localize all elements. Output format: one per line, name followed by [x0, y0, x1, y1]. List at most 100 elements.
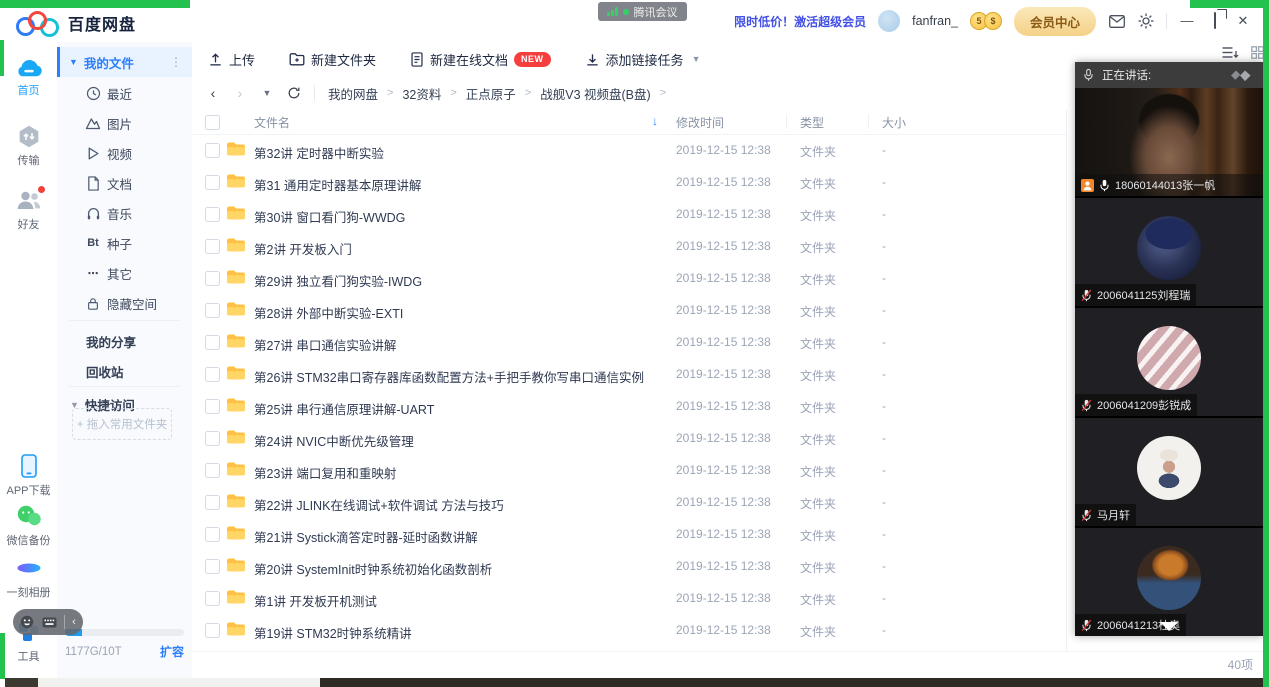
table-row[interactable]: 第19讲 STM32时钟系统精讲2019-12-15 12:38文件夹-: [192, 614, 1066, 646]
row-checkbox[interactable]: [205, 271, 220, 286]
column-header-size[interactable]: 大小: [882, 114, 906, 131]
row-checkbox[interactable]: [205, 463, 220, 478]
row-checkbox[interactable]: [205, 303, 220, 318]
sidebar-item-音乐[interactable]: 音乐: [57, 198, 192, 228]
table-row[interactable]: 第29讲 独立看门狗实验-IWDG2019-12-15 12:38文件夹-: [192, 262, 1066, 294]
file-name[interactable]: 第30讲 窗口看门狗-WWDG: [254, 207, 405, 226]
collapse-left-icon[interactable]: ‹: [72, 616, 76, 628]
sidebar-item-视频[interactable]: 视频: [57, 138, 192, 168]
user-avatar[interactable]: [878, 10, 900, 32]
forward-button[interactable]: ›: [233, 85, 247, 101]
table-row[interactable]: 第22讲 JLINK在线调试+软件调试 方法与技巧2019-12-15 12:3…: [192, 486, 1066, 518]
expand-storage-link[interactable]: 扩容: [160, 643, 184, 660]
upload-button[interactable]: 上传: [208, 50, 255, 69]
rail-item-传输[interactable]: 传输: [0, 124, 57, 168]
storage-progressbar[interactable]: [65, 629, 184, 636]
table-row[interactable]: 第31 通用定时器基本原理讲解2019-12-15 12:38文件夹-: [192, 166, 1066, 198]
table-row[interactable]: 第2讲 开发板入门2019-12-15 12:38文件夹-: [192, 230, 1066, 262]
row-checkbox[interactable]: [205, 399, 220, 414]
minimize-button[interactable]: —: [1179, 13, 1195, 29]
sidebar-item-其它[interactable]: ⋯其它: [57, 258, 192, 288]
breadcrumb-item[interactable]: 正点原子: [466, 84, 516, 103]
file-name[interactable]: 第25讲 串行通信原理讲解-UART: [254, 399, 434, 418]
table-row[interactable]: 第23讲 端口复用和重映射2019-12-15 12:38文件夹-: [192, 454, 1066, 486]
row-checkbox[interactable]: [205, 143, 220, 158]
participant-tile[interactable]: 2006041209彭锐成: [1075, 308, 1263, 416]
row-checkbox[interactable]: [205, 431, 220, 446]
table-row[interactable]: 第25讲 串行通信原理讲解-UART2019-12-15 12:38文件夹-: [192, 390, 1066, 422]
refresh-icon[interactable]: [287, 86, 301, 100]
table-row[interactable]: 第30讲 窗口看门狗-WWDG2019-12-15 12:38文件夹-: [192, 198, 1066, 230]
emoji-icon[interactable]: [20, 615, 34, 629]
row-checkbox[interactable]: [205, 591, 220, 606]
file-name[interactable]: 第28讲 外部中断实验-EXTI: [254, 303, 403, 322]
user-name[interactable]: fanfran_: [912, 14, 958, 28]
close-button[interactable]: ✕: [1235, 13, 1251, 29]
file-name[interactable]: 第2讲 开发板入门: [254, 239, 352, 258]
more-options-icon[interactable]: ⋮: [170, 55, 182, 69]
column-header-type[interactable]: 类型: [800, 114, 824, 131]
row-checkbox[interactable]: [205, 367, 220, 382]
scroll-more-indicator[interactable]: [1160, 622, 1178, 631]
row-checkbox[interactable]: [205, 239, 220, 254]
rail-item-微信备份[interactable]: 微信备份: [0, 504, 57, 548]
file-name[interactable]: 第31 通用定时器基本原理讲解: [254, 175, 421, 194]
input-method-floating-bar[interactable]: ‹: [13, 609, 83, 635]
sidebar-item-my-files[interactable]: ▼ 我的文件 ⋮: [57, 47, 192, 77]
row-checkbox[interactable]: [205, 559, 220, 574]
table-row[interactable]: 第21讲 Systick滴答定时器-延时函数讲解2019-12-15 12:38…: [192, 518, 1066, 550]
breadcrumb-item[interactable]: 我的网盘: [328, 84, 378, 103]
row-checkbox[interactable]: [205, 175, 220, 190]
file-name[interactable]: 第1讲 开发板开机测试: [254, 591, 377, 610]
sidebar-item-recycle-bin[interactable]: 回收站: [86, 362, 124, 381]
breadcrumb-item[interactable]: 战舰V3 视频盘(B盘): [540, 84, 650, 103]
file-name[interactable]: 第32讲 定时器中断实验: [254, 143, 384, 162]
sidebar-item-最近[interactable]: 最近: [57, 78, 192, 108]
sidebar-item-图片[interactable]: 图片: [57, 108, 192, 138]
table-row[interactable]: 第32讲 定时器中断实验2019-12-15 12:38文件夹-: [192, 134, 1066, 166]
sidebar-item-文档[interactable]: 文档: [57, 168, 192, 198]
file-name[interactable]: 第24讲 NVIC中断优先级管理: [254, 431, 414, 450]
list-view-icon[interactable]: [1222, 46, 1239, 59]
tencent-meeting-pill[interactable]: 腾讯会议: [598, 2, 687, 21]
table-row[interactable]: 第1讲 开发板开机测试2019-12-15 12:38文件夹-: [192, 582, 1066, 614]
participant-tile[interactable]: 2006041213杜奥: [1075, 528, 1263, 636]
sidebar-item-隐藏空间[interactable]: 隐藏空间: [57, 288, 192, 318]
rail-item-首页[interactable]: 首页: [0, 54, 57, 98]
sort-desc-icon[interactable]: ↓: [652, 114, 658, 128]
row-checkbox[interactable]: [205, 207, 220, 222]
table-row[interactable]: 第26讲 STM32串口寄存器库函数配置方法+手把手教你写串口通信实例2019-…: [192, 358, 1066, 390]
row-checkbox[interactable]: [205, 623, 220, 638]
file-name[interactable]: 第23讲 端口复用和重映射: [254, 463, 396, 482]
file-name[interactable]: 第27讲 串口通信实验讲解: [254, 335, 396, 354]
meeting-header[interactable]: 正在讲话:: [1075, 62, 1263, 88]
add-link-task-button[interactable]: 添加链接任务 ▼: [585, 50, 701, 69]
drop-folder-hint[interactable]: + 拖入常用文件夹: [72, 408, 172, 440]
select-all-checkbox[interactable]: [205, 115, 220, 130]
file-name[interactable]: 第29讲 独立看门狗实验-IWDG: [254, 271, 422, 290]
history-dropdown-icon[interactable]: ▼: [260, 88, 274, 98]
mail-icon[interactable]: [1108, 13, 1125, 30]
restore-button[interactable]: [1207, 13, 1223, 29]
breadcrumb-item[interactable]: 32资料: [402, 84, 441, 103]
file-name[interactable]: 第26讲 STM32串口寄存器库函数配置方法+手把手教你写串口通信实例: [254, 367, 644, 386]
rail-item-好友[interactable]: 好友: [0, 188, 57, 232]
participant-tile[interactable]: 马月轩: [1075, 418, 1263, 526]
keyboard-icon[interactable]: [42, 617, 57, 628]
table-row[interactable]: 第24讲 NVIC中断优先级管理2019-12-15 12:38文件夹-: [192, 422, 1066, 454]
vip-promo-link[interactable]: 限时低价！激活超级会员: [734, 13, 866, 30]
file-name[interactable]: 第22讲 JLINK在线调试+软件调试 方法与技巧: [254, 495, 504, 514]
back-button[interactable]: ‹: [206, 85, 220, 101]
file-name[interactable]: 第19讲 STM32时钟系统精讲: [254, 623, 412, 642]
column-header-name[interactable]: 文件名: [254, 114, 290, 131]
table-row[interactable]: 第20讲 SystemInit时钟系统初始化函数剖析2019-12-15 12:…: [192, 550, 1066, 582]
row-checkbox[interactable]: [205, 495, 220, 510]
table-row[interactable]: 第27讲 串口通信实验讲解2019-12-15 12:38文件夹-: [192, 326, 1066, 358]
sidebar-item-种子[interactable]: Bt种子: [57, 228, 192, 258]
chevron-down-icon[interactable]: ▼: [69, 57, 78, 67]
table-row[interactable]: 第28讲 外部中断实验-EXTI2019-12-15 12:38文件夹-: [192, 294, 1066, 326]
file-name[interactable]: 第21讲 Systick滴答定时器-延时函数讲解: [254, 527, 478, 546]
participant-tile[interactable]: 18060144013张一帆: [1075, 88, 1263, 196]
sidebar-item-my-share[interactable]: 我的分享: [86, 332, 136, 351]
column-header-time[interactable]: 修改时间: [676, 114, 724, 131]
